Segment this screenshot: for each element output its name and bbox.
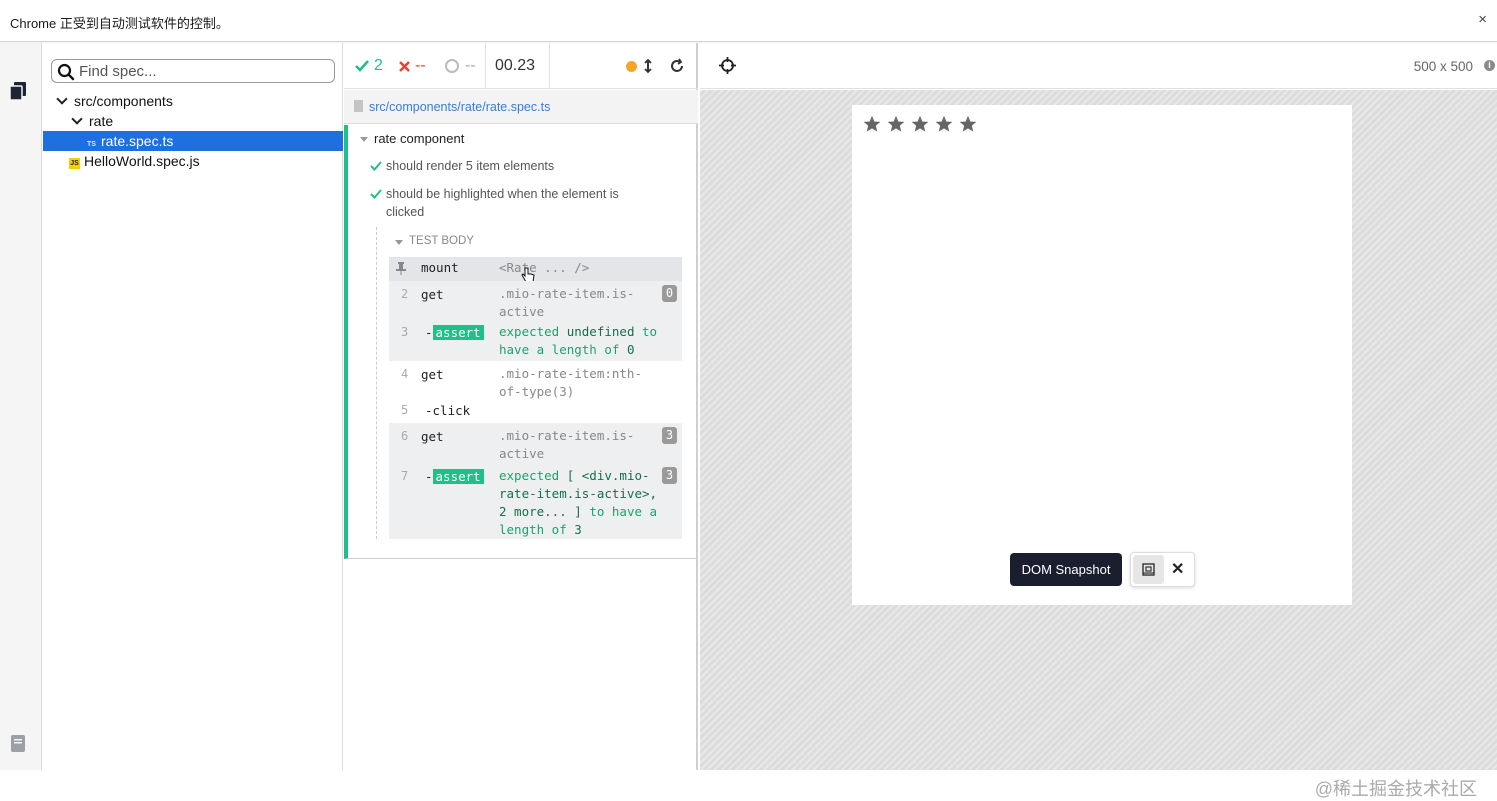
aut-stage: DOM Snapshot ✕ @稀土掘金技术社区 <box>700 90 1497 799</box>
test-body: TEST BODY mount <Rate ... /> 2 get .mio-… <box>376 227 684 539</box>
command-name: - <box>425 325 433 340</box>
command-number: 4 <box>401 367 409 381</box>
command-row[interactable]: 5 -click <box>389 399 682 423</box>
infobar-message: Chrome 正受到自动测试软件的控制。 <box>10 16 229 31</box>
command-number: 5 <box>401 403 409 417</box>
check-icon <box>370 161 382 171</box>
command-name: get <box>421 367 444 382</box>
close-icon[interactable]: ✕ <box>1171 559 1184 579</box>
check-icon <box>370 189 382 199</box>
caret-down-icon <box>71 113 83 125</box>
watermark: @稀土掘金技术社区 <box>1314 779 1477 799</box>
passed-count: 2 <box>374 57 383 74</box>
check-icon <box>355 60 369 72</box>
star-icon[interactable] <box>959 115 977 133</box>
viewport-size: 500 x 500 <box>1413 59 1473 74</box>
file-icon <box>354 100 363 112</box>
snapshot-pin-button[interactable] <box>1133 555 1164 584</box>
command-message: .mio-rate-item.is-active <box>499 428 635 461</box>
running-indicator <box>626 61 637 72</box>
command-number: 6 <box>401 429 409 443</box>
dom-snapshot-label: DOM Snapshot <box>1010 553 1122 586</box>
sort-icon[interactable] <box>643 58 653 74</box>
snapshot-controls: ✕ <box>1130 552 1195 587</box>
crosshair-icon[interactable] <box>719 57 736 74</box>
star-icon[interactable] <box>863 115 881 133</box>
pending-count: -- <box>465 57 476 74</box>
tree-file-rate-spec[interactable]: TS rate.spec.ts <box>43 131 343 151</box>
test-title[interactable]: should be highlighted when the element i… <box>386 185 646 221</box>
command-name: get <box>421 287 444 302</box>
javascript-file-icon: JS <box>69 158 80 169</box>
duration: 00.23 <box>495 57 536 74</box>
command-row[interactable]: 6 get .mio-rate-item.is-active 3 <box>389 423 682 463</box>
test-title[interactable]: should render 5 item elements <box>386 157 554 175</box>
spec-file-link[interactable]: src/components/rate/rate.spec.ts <box>369 100 550 114</box>
element-count-badge: 0 <box>662 285 677 302</box>
copy-icon[interactable] <box>9 81 27 101</box>
test-body-label[interactable]: TEST BODY <box>409 235 474 247</box>
command-row[interactable]: mount <Rate ... /> <box>389 257 682 283</box>
left-rail <box>0 43 42 770</box>
x-icon <box>399 61 410 72</box>
app-under-test: 500 x 500 i DOM Snapshot ✕ @稀土掘金技术社区 <box>700 43 1497 799</box>
command-row[interactable]: 3 - assert expected undefined to have a l… <box>389 321 682 361</box>
command-number: 7 <box>401 469 409 483</box>
tree-label: rate <box>89 113 114 129</box>
caret-down-icon[interactable] <box>360 137 368 142</box>
toolbar-divider <box>485 43 486 89</box>
reporter-toolbar: 2 -- -- 00.23 <box>344 43 698 89</box>
command-name: -click <box>425 403 471 418</box>
tree-label: rate.spec.ts <box>101 133 174 149</box>
tree-folder-rate[interactable]: rate <box>43 111 343 131</box>
command-number: 2 <box>401 287 409 301</box>
reload-icon[interactable] <box>669 58 685 74</box>
command-name: - <box>425 469 433 484</box>
aut-header: 500 x 500 i <box>700 43 1497 89</box>
aut-iframe <box>852 105 1352 605</box>
pin-icon <box>396 262 406 275</box>
command-row[interactable]: 2 get .mio-rate-item.is-active 0 <box>389 281 682 321</box>
element-count-badge: 3 <box>662 427 677 444</box>
toolbar-divider <box>549 43 550 89</box>
automation-infobar: Chrome 正受到自动测试软件的控制。 × <box>0 0 1497 42</box>
tree-label: HelloWorld.spec.js <box>84 153 200 169</box>
star-icon[interactable] <box>935 115 953 133</box>
assert-tag: assert <box>432 469 484 484</box>
caret-down-icon <box>56 93 68 105</box>
suite-rate-component: rate component should render 5 item elem… <box>344 125 698 559</box>
failed-count: -- <box>415 57 426 74</box>
book-icon[interactable] <box>9 733 27 753</box>
search-input[interactable] <box>79 62 329 80</box>
info-icon[interactable]: i <box>1484 60 1495 71</box>
snapshot-pin-icon <box>1142 563 1155 576</box>
specs-panel: src/components rate TSrate.spec.ts JS Hel… <box>43 43 343 770</box>
star-icon[interactable] <box>911 115 929 133</box>
assert-tag: assert <box>432 325 484 340</box>
spinner-icon <box>445 59 459 73</box>
search-icon <box>57 63 75 81</box>
caret-down-icon[interactable] <box>395 240 403 245</box>
tree-folder-src-components[interactable]: src/components <box>43 91 343 111</box>
command-row[interactable]: 7 - assert expected [ <div.mio-rate-item.… <box>389 463 682 539</box>
star-icon[interactable] <box>887 115 905 133</box>
spec-search[interactable] <box>51 59 335 83</box>
command-name: mount <box>421 260 459 275</box>
infobar-close-button[interactable]: × <box>1478 11 1487 28</box>
reporter-panel: 2 -- -- 00.23 src/components/rate/rate.s… <box>344 43 698 770</box>
command-number: 3 <box>401 325 409 339</box>
suite-title[interactable]: rate component <box>374 131 464 146</box>
command-message: expected undefined to have a length of 0 <box>499 324 658 357</box>
command-message: .mio-rate-item.is-active <box>499 286 635 319</box>
spec-file-bar: src/components/rate/rate.spec.ts <box>344 90 698 124</box>
tree-file-helloworld-spec[interactable]: JS HelloWorld.spec.js <box>43 151 343 171</box>
command-row[interactable]: 4 get .mio-rate-item:nth-of-type(3) <box>389 361 682 399</box>
command-name: get <box>421 429 444 444</box>
command-message: .mio-rate-item:nth-of-type(3) <box>499 366 642 399</box>
tree-label: src/components <box>74 93 173 109</box>
command-message: expected [ <div.mio-rate-item.is-active>… <box>499 468 658 537</box>
element-count-badge: 3 <box>662 467 677 484</box>
